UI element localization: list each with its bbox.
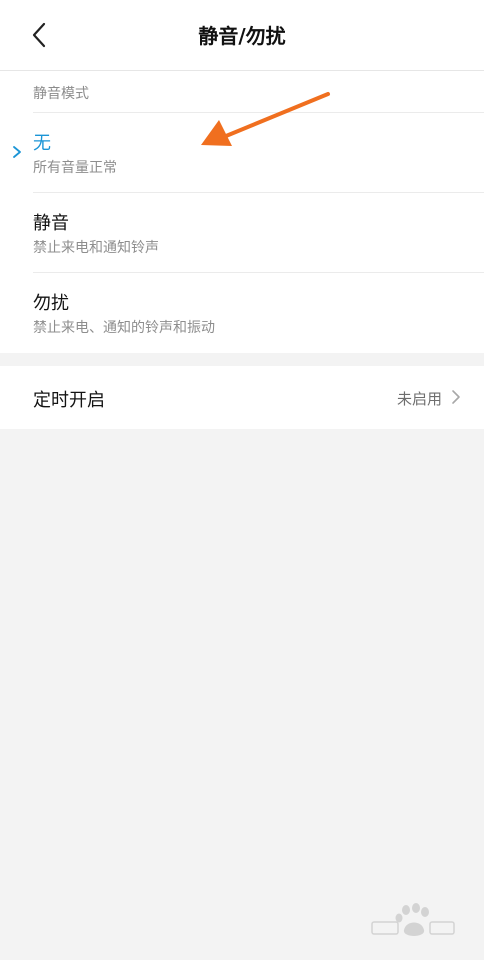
silent-mode-section: 静音模式 无 所有音量正常 静音 禁止来电和通知铃声 勿扰 禁止来电、通知的铃声… (0, 71, 484, 353)
section-label: 静音模式 (33, 86, 89, 102)
selected-chevron-icon (13, 146, 21, 158)
divider (33, 192, 484, 193)
mode-option-none[interactable]: 无 所有音量正常 (0, 112, 484, 192)
mode-option-subtitle: 禁止来电和通知铃声 (33, 240, 159, 256)
scheduled-row[interactable]: 定时开启 未启用 (0, 366, 484, 429)
mode-option-subtitle: 所有音量正常 (33, 160, 117, 176)
mode-option-title: 无 (33, 133, 51, 154)
divider (33, 112, 484, 113)
baidu-paw-icon (371, 903, 455, 936)
mode-option-silent[interactable]: 静音 禁止来电和通知铃声 (0, 192, 484, 272)
mode-option-title: 静音 (33, 213, 69, 234)
page-title: 静音/勿扰 (198, 24, 286, 48)
scheduled-title: 定时开启 (33, 390, 105, 411)
scheduled-status: 未启用 (396, 390, 442, 408)
top-bar: 静音/勿扰 (0, 0, 484, 71)
mode-option-dnd[interactable]: 勿扰 禁止来电、通知的铃声和振动 (0, 272, 484, 352)
mode-option-subtitle: 禁止来电、通知的铃声和振动 (33, 320, 215, 336)
divider (33, 272, 484, 273)
mode-option-title: 勿扰 (33, 293, 69, 314)
chevron-right-icon (452, 390, 460, 404)
